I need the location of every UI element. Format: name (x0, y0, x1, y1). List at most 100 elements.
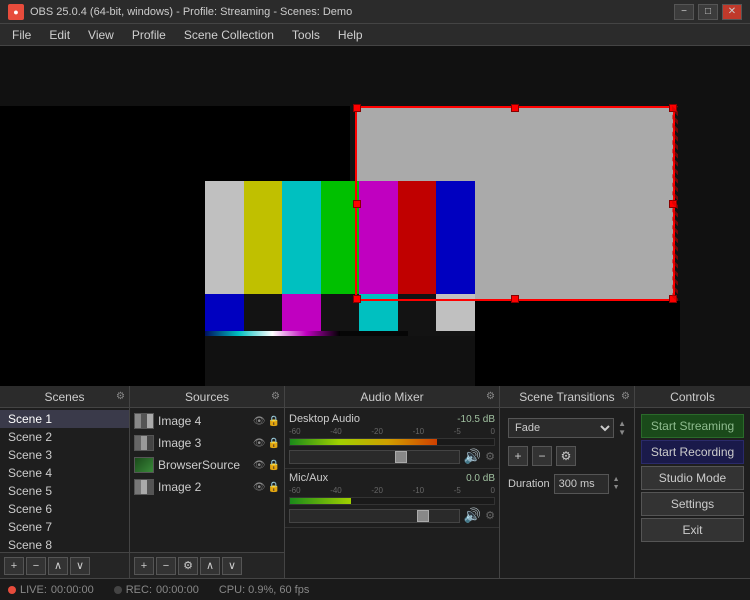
sources-header-label: Sources (185, 390, 229, 404)
source-lock-browser[interactable]: 🔒 (268, 460, 280, 471)
volume-icon-mic[interactable]: 🔊 (464, 507, 481, 524)
scene-item-6[interactable]: Scene 6 (0, 500, 129, 518)
source-down-button[interactable]: ∨ (222, 557, 242, 575)
menu-profile[interactable]: Profile (124, 25, 174, 45)
window-title: OBS 25.0.4 (64-bit, windows) - Profile: … (30, 6, 674, 18)
start-recording-button[interactable]: Start Recording (641, 440, 744, 464)
add-scene-button[interactable]: + (4, 557, 24, 575)
transition-up-arrow[interactable]: ▲ (618, 420, 626, 428)
menu-edit[interactable]: Edit (41, 25, 78, 45)
source-eye-image2[interactable]: 👁 (253, 482, 266, 493)
mic-aux-name: Mic/Aux (289, 472, 328, 484)
scenes-panel: Scenes ⚙ Scene 1 Scene 2 Scene 3 Scene 4… (0, 386, 130, 578)
duration-input[interactable] (554, 474, 609, 494)
audio-mixer-panel: Audio Mixer ⚙ Desktop Audio -10.5 dB -60… (285, 386, 500, 578)
source-eye-image4[interactable]: 👁 (253, 416, 266, 427)
source-icons-browser: 👁 🔒 (253, 460, 280, 471)
bottom-panel: Scenes ⚙ Scene 1 Scene 2 Scene 3 Scene 4… (0, 386, 750, 578)
maximize-button[interactable]: □ (698, 4, 718, 20)
gear-icon-desktop[interactable]: ⚙ (485, 450, 495, 463)
scene-item-4[interactable]: Scene 4 (0, 464, 129, 482)
level-markers-mic: -60-40-20-10-50 (289, 486, 495, 495)
transition-select-row: Fade Cut Swipe Slide ▲ ▼ (504, 414, 630, 442)
scene-item-5[interactable]: Scene 5 (0, 482, 129, 500)
source-name-image2: Image 2 (158, 480, 249, 494)
source-item-image3[interactable]: Image 3 👁 🔒 (130, 432, 284, 454)
duration-down-button[interactable]: ▼ (613, 484, 620, 492)
fader-thumb-mic[interactable] (417, 510, 429, 522)
preview-area (0, 46, 750, 386)
audio-mixer-header: Audio Mixer ⚙ (285, 386, 499, 408)
scene-item-2[interactable]: Scene 2 (0, 428, 129, 446)
panels-row: Scenes ⚙ Scene 1 Scene 2 Scene 3 Scene 4… (0, 386, 750, 578)
source-lock-image2[interactable]: 🔒 (268, 482, 280, 493)
source-name-image4: Image 4 (158, 414, 249, 428)
desktop-audio-name: Desktop Audio (289, 413, 360, 425)
source-icons-image4: 👁 🔒 (253, 416, 280, 427)
menu-bar: File Edit View Profile Scene Collection … (0, 24, 750, 46)
source-thumb-image2 (134, 479, 154, 495)
remove-scene-button[interactable]: − (26, 557, 46, 575)
source-item-image2[interactable]: Image 2 👁 🔒 (130, 476, 284, 498)
minimize-button[interactable]: − (674, 4, 694, 20)
scene-transitions-panel: Scene Transitions ⚙ Fade Cut Swipe Slide… (500, 386, 635, 578)
start-streaming-button[interactable]: Start Streaming (641, 414, 744, 438)
scene-item-7[interactable]: Scene 7 (0, 518, 129, 536)
source-settings-button[interactable]: ⚙ (178, 557, 198, 575)
fader-track-desktop[interactable] (289, 450, 460, 464)
scene-item-3[interactable]: Scene 3 (0, 446, 129, 464)
remove-transition-button[interactable]: − (532, 446, 552, 466)
rec-label: REC: (126, 584, 152, 596)
transition-select[interactable]: Fade Cut Swipe Slide (508, 418, 614, 438)
controls-header: Controls (635, 386, 750, 408)
transition-down-arrow[interactable]: ▼ (618, 429, 626, 437)
source-item-image4[interactable]: Image 4 👁 🔒 (130, 410, 284, 432)
add-source-button[interactable]: + (134, 557, 154, 575)
live-label: LIVE: (20, 584, 47, 596)
fader-thumb-desktop[interactable] (395, 451, 407, 463)
scenes-list: Scene 1 Scene 2 Scene 3 Scene 4 Scene 5 … (0, 408, 129, 552)
source-item-browser[interactable]: BrowserSource 👁 🔒 (130, 454, 284, 476)
source-name-browser: BrowserSource (158, 458, 249, 472)
transitions-action-row: + − ⚙ (504, 442, 630, 470)
scenes-footer: + − ∧ ∨ (0, 552, 129, 578)
mic-aux-track: Mic/Aux 0.0 dB -60-40-20-10-50 🔊 (285, 469, 499, 528)
menu-scene-collection[interactable]: Scene Collection (176, 25, 282, 45)
source-eye-browser[interactable]: 👁 (253, 460, 266, 471)
gear-icon-mic[interactable]: ⚙ (485, 509, 495, 522)
source-up-button[interactable]: ∧ (200, 557, 220, 575)
sources-panel: Sources ⚙ Image 4 👁 🔒 (130, 386, 285, 578)
scenes-panel-header: Scenes ⚙ (0, 386, 129, 408)
scene-item-1[interactable]: Scene 1 (0, 410, 129, 428)
source-eye-image3[interactable]: 👁 (253, 438, 266, 449)
menu-help[interactable]: Help (330, 25, 371, 45)
fader-row-desktop: 🔊 ⚙ (289, 448, 495, 465)
scene-up-button[interactable]: ∧ (48, 557, 68, 575)
live-time: 00:00:00 (51, 584, 94, 596)
scene-down-button[interactable]: ∨ (70, 557, 90, 575)
source-thumb-image4 (134, 413, 154, 429)
scene-item-8[interactable]: Scene 8 (0, 536, 129, 552)
menu-file[interactable]: File (4, 25, 39, 45)
menu-tools[interactable]: Tools (284, 25, 328, 45)
level-meter-desktop (289, 438, 495, 446)
add-transition-button[interactable]: + (508, 446, 528, 466)
close-button[interactable]: ✕ (722, 4, 742, 20)
scenes-header-label: Scenes (44, 390, 84, 404)
volume-icon-desktop[interactable]: 🔊 (464, 448, 481, 465)
menu-view[interactable]: View (80, 25, 122, 45)
transition-settings-button[interactable]: ⚙ (556, 446, 576, 466)
studio-mode-button[interactable]: Studio Mode (641, 466, 744, 490)
duration-label: Duration (508, 478, 550, 490)
exit-button[interactable]: Exit (641, 518, 744, 542)
source-lock-image3[interactable]: 🔒 (268, 438, 280, 449)
level-fill-mic (290, 498, 351, 504)
fader-track-mic[interactable] (289, 509, 460, 523)
preview-black-around-bars (205, 336, 475, 386)
duration-up-button[interactable]: ▲ (613, 476, 620, 484)
source-lock-image4[interactable]: 🔒 (268, 416, 280, 427)
remove-source-button[interactable]: − (156, 557, 176, 575)
settings-button[interactable]: Settings (641, 492, 744, 516)
sources-header-arrow: ⚙ (271, 391, 280, 402)
level-fill-desktop (290, 439, 437, 445)
